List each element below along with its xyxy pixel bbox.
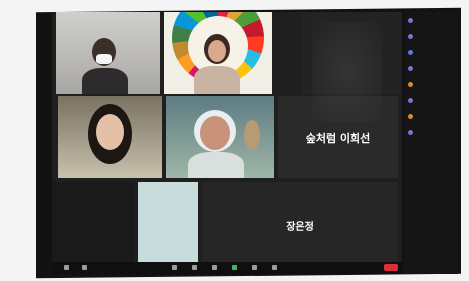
participant-7-display-name: 장은정: [286, 222, 314, 233]
participant-2-face: [208, 40, 226, 62]
avatar-icon: [408, 50, 413, 55]
avatar-icon: [408, 114, 413, 119]
sidebar-item[interactable]: [408, 98, 416, 103]
sidebar-item[interactable]: [408, 82, 416, 87]
participant-tile-4[interactable]: [166, 96, 274, 178]
sidebar-item[interactable]: [408, 114, 416, 119]
avatar-icon: [408, 34, 413, 39]
security-icon[interactable]: [172, 265, 177, 270]
mute-icon[interactable]: [64, 265, 69, 270]
participants-icon[interactable]: [192, 265, 197, 270]
participant-4-face: [200, 116, 230, 150]
share-screen-icon[interactable]: [232, 265, 237, 270]
participant-tile-7[interactable]: 장은정: [202, 182, 398, 264]
participants-sidebar[interactable]: [404, 12, 458, 274]
sidebar-item[interactable]: [408, 18, 416, 23]
avatar-icon: [408, 18, 413, 23]
participant-2-body: [194, 66, 240, 94]
avatar-icon: [408, 66, 413, 71]
video-call-screen: 숲처럼 이희선 장은정: [52, 12, 402, 274]
face-mask: [96, 54, 112, 64]
participant-3-face: [96, 114, 124, 150]
participant-tile-3[interactable]: [58, 96, 162, 178]
sidebar-item[interactable]: [408, 34, 416, 39]
participant-4-body: [188, 152, 244, 178]
participant-tile-2[interactable]: [164, 12, 272, 94]
record-icon[interactable]: [252, 265, 257, 270]
reactions-icon[interactable]: [272, 265, 277, 270]
avatar-icon: [408, 98, 413, 103]
sidebar-item[interactable]: [408, 130, 416, 135]
meeting-toolbar: [52, 262, 402, 274]
participant-tile-1[interactable]: [56, 12, 160, 94]
avatar-icon: [408, 82, 413, 87]
video-icon[interactable]: [82, 265, 87, 270]
bird-photo: [244, 120, 260, 150]
participant-tile-6[interactable]: [138, 182, 198, 264]
participant-tile-5[interactable]: 숲처럼 이희선: [278, 96, 398, 178]
participant-1-body: [82, 68, 128, 94]
sidebar-item[interactable]: [408, 66, 416, 71]
participant-tile-8[interactable]: [52, 182, 134, 264]
chat-panel[interactable]: [302, 12, 402, 94]
avatar-icon: [408, 130, 413, 135]
sidebar-item[interactable]: [408, 50, 416, 55]
end-meeting-button[interactable]: [384, 264, 398, 271]
chat-icon[interactable]: [212, 265, 217, 270]
photo-background: 숲처럼 이희선 장은정: [0, 0, 469, 281]
participant-5-display-name: 숲처럼 이희선: [305, 132, 371, 145]
